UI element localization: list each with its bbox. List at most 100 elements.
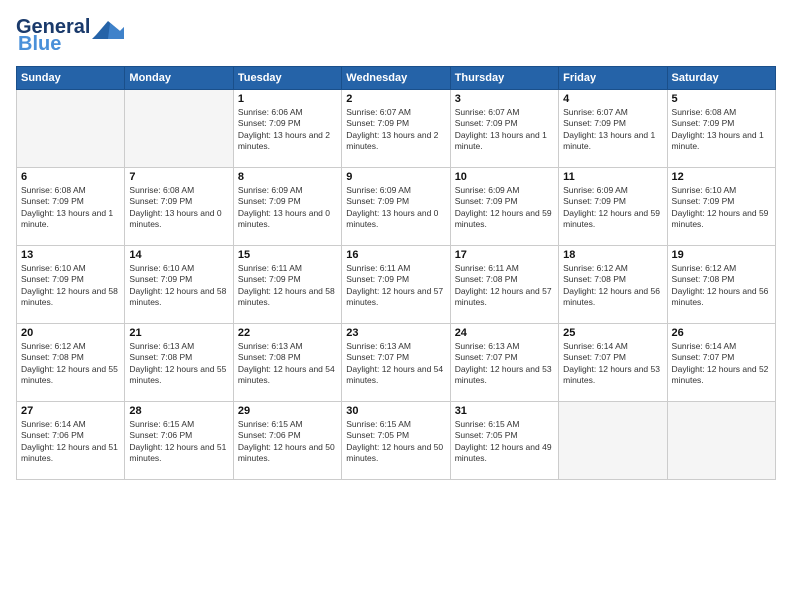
day-info: Sunrise: 6:15 AM Sunset: 7:06 PM Dayligh… xyxy=(129,419,228,465)
day-info: Sunrise: 6:12 AM Sunset: 7:08 PM Dayligh… xyxy=(21,341,120,387)
calendar-cell: 30Sunrise: 6:15 AM Sunset: 7:05 PM Dayli… xyxy=(342,402,450,480)
day-info: Sunrise: 6:12 AM Sunset: 7:08 PM Dayligh… xyxy=(563,263,662,309)
day-info: Sunrise: 6:08 AM Sunset: 7:09 PM Dayligh… xyxy=(672,107,771,153)
calendar-cell: 22 Sunrise: 6:13 AM Sunset: 7:08 PM Dayli… xyxy=(233,324,341,402)
calendar-cell: 21 Sunrise: 6:13 AM Sunset: 7:08 PM Dayli… xyxy=(125,324,233,402)
calendar-cell xyxy=(125,90,233,168)
day-info: Sunrise: 6:11 AM Sunset: 7:09 PM Dayligh… xyxy=(238,263,337,309)
day-number: 9 xyxy=(346,171,445,183)
calendar-cell: 18 Sunrise: 6:12 AM Sunset: 7:08 PM Dayli… xyxy=(559,246,667,324)
day-number: 24 xyxy=(455,327,554,339)
day-number: 2 xyxy=(346,93,445,105)
calendar-header-saturday: Saturday xyxy=(667,67,775,90)
calendar-header-thursday: Thursday xyxy=(450,67,558,90)
day-number: 23 xyxy=(346,327,445,339)
day-number: 12 xyxy=(672,171,771,183)
day-info: Sunrise: 6:15 AM Sunset: 7:05 PM Dayligh… xyxy=(455,419,554,465)
day-info: Sunrise: 6:07 AM Sunset: 7:09 PM Dayligh… xyxy=(563,107,662,153)
day-number: 26 xyxy=(672,327,771,339)
logo: General Blue xyxy=(16,16,124,56)
day-number: 15 xyxy=(238,249,337,261)
day-number: 19 xyxy=(672,249,771,261)
day-number: 8 xyxy=(238,171,337,183)
day-number: 16 xyxy=(346,249,445,261)
calendar-header-tuesday: Tuesday xyxy=(233,67,341,90)
day-number: 4 xyxy=(563,93,662,105)
calendar-cell: 27 Sunrise: 6:14 AM Sunset: 7:06 PM Dayli… xyxy=(17,402,125,480)
calendar-cell: 24 Sunrise: 6:13 AM Sunset: 7:07 PM Dayli… xyxy=(450,324,558,402)
day-info: Sunrise: 6:13 AM Sunset: 7:08 PM Dayligh… xyxy=(238,341,337,387)
calendar-cell: 23 Sunrise: 6:13 AM Sunset: 7:07 PM Dayli… xyxy=(342,324,450,402)
calendar-cell: 17 Sunrise: 6:11 AM Sunset: 7:08 PM Dayli… xyxy=(450,246,558,324)
calendar-cell xyxy=(667,402,775,480)
day-number: 20 xyxy=(21,327,120,339)
calendar-cell: 25 Sunrise: 6:14 AM Sunset: 7:07 PM Dayli… xyxy=(559,324,667,402)
calendar-cell: 3 Sunrise: 6:07 AM Sunset: 7:09 PM Daylig… xyxy=(450,90,558,168)
calendar-header-row: SundayMondayTuesdayWednesdayThursdayFrid… xyxy=(17,67,776,90)
day-info: Sunrise: 6:15 AM Sunset: 7:06 PM Dayligh… xyxy=(238,419,337,465)
day-number: 6 xyxy=(21,171,120,183)
day-number: 13 xyxy=(21,249,120,261)
day-info: Sunrise: 6:11 AM Sunset: 7:08 PM Dayligh… xyxy=(455,263,554,309)
day-number: 11 xyxy=(563,171,662,183)
day-info: Sunrise: 6:15 AM Sunset: 7:05 PM Dayligh… xyxy=(346,419,445,465)
day-number: 14 xyxy=(129,249,228,261)
calendar-header-monday: Monday xyxy=(125,67,233,90)
calendar-cell: 1Sunrise: 6:06 AM Sunset: 7:09 PM Daylig… xyxy=(233,90,341,168)
calendar-cell: 11Sunrise: 6:09 AM Sunset: 7:09 PM Dayli… xyxy=(559,168,667,246)
week-row-1: 1Sunrise: 6:06 AM Sunset: 7:09 PM Daylig… xyxy=(17,90,776,168)
calendar-cell: 31 Sunrise: 6:15 AM Sunset: 7:05 PM Dayli… xyxy=(450,402,558,480)
day-number: 25 xyxy=(563,327,662,339)
calendar-cell: 8 Sunrise: 6:09 AM Sunset: 7:09 PM Daylig… xyxy=(233,168,341,246)
calendar-cell: 20 Sunrise: 6:12 AM Sunset: 7:08 PM Dayli… xyxy=(17,324,125,402)
day-info: Sunrise: 6:07 AM Sunset: 7:09 PM Dayligh… xyxy=(455,107,554,153)
day-info: Sunrise: 6:09 AM Sunset: 7:09 PM Dayligh… xyxy=(455,185,554,231)
day-number: 21 xyxy=(129,327,228,339)
day-info: Sunrise: 6:13 AM Sunset: 7:08 PM Dayligh… xyxy=(129,341,228,387)
calendar-cell: 9Sunrise: 6:09 AM Sunset: 7:09 PM Daylig… xyxy=(342,168,450,246)
day-info: Sunrise: 6:09 AM Sunset: 7:09 PM Dayligh… xyxy=(238,185,337,231)
day-info: Sunrise: 6:06 AM Sunset: 7:09 PM Dayligh… xyxy=(238,107,337,153)
day-number: 5 xyxy=(672,93,771,105)
calendar-header-sunday: Sunday xyxy=(17,67,125,90)
day-info: Sunrise: 6:13 AM Sunset: 7:07 PM Dayligh… xyxy=(346,341,445,387)
week-row-2: 6 Sunrise: 6:08 AM Sunset: 7:09 PM Daylig… xyxy=(17,168,776,246)
calendar-cell: 10Sunrise: 6:09 AM Sunset: 7:09 PM Dayli… xyxy=(450,168,558,246)
calendar-cell: 29Sunrise: 6:15 AM Sunset: 7:06 PM Dayli… xyxy=(233,402,341,480)
day-info: Sunrise: 6:12 AM Sunset: 7:08 PM Dayligh… xyxy=(672,263,771,309)
day-info: Sunrise: 6:14 AM Sunset: 7:07 PM Dayligh… xyxy=(672,341,771,387)
calendar-cell xyxy=(559,402,667,480)
calendar-cell: 12 Sunrise: 6:10 AM Sunset: 7:09 PM Dayli… xyxy=(667,168,775,246)
day-number: 17 xyxy=(455,249,554,261)
logo-blue: Blue xyxy=(16,33,61,56)
day-info: Sunrise: 6:10 AM Sunset: 7:09 PM Dayligh… xyxy=(129,263,228,309)
calendar-cell: 4 Sunrise: 6:07 AM Sunset: 7:09 PM Daylig… xyxy=(559,90,667,168)
week-row-3: 13 Sunrise: 6:10 AM Sunset: 7:09 PM Dayli… xyxy=(17,246,776,324)
week-row-5: 27 Sunrise: 6:14 AM Sunset: 7:06 PM Dayli… xyxy=(17,402,776,480)
day-info: Sunrise: 6:07 AM Sunset: 7:09 PM Dayligh… xyxy=(346,107,445,153)
day-number: 18 xyxy=(563,249,662,261)
calendar-cell: 2 Sunrise: 6:07 AM Sunset: 7:09 PM Daylig… xyxy=(342,90,450,168)
calendar-cell: 28Sunrise: 6:15 AM Sunset: 7:06 PM Dayli… xyxy=(125,402,233,480)
calendar-cell: 6 Sunrise: 6:08 AM Sunset: 7:09 PM Daylig… xyxy=(17,168,125,246)
day-info: Sunrise: 6:14 AM Sunset: 7:06 PM Dayligh… xyxy=(21,419,120,465)
calendar-header-friday: Friday xyxy=(559,67,667,90)
week-row-4: 20 Sunrise: 6:12 AM Sunset: 7:08 PM Dayli… xyxy=(17,324,776,402)
logo-icon xyxy=(92,17,124,39)
calendar-cell: 16 Sunrise: 6:11 AM Sunset: 7:09 PM Dayli… xyxy=(342,246,450,324)
day-info: Sunrise: 6:08 AM Sunset: 7:09 PM Dayligh… xyxy=(21,185,120,231)
calendar-cell: 5 Sunrise: 6:08 AM Sunset: 7:09 PM Daylig… xyxy=(667,90,775,168)
day-info: Sunrise: 6:10 AM Sunset: 7:09 PM Dayligh… xyxy=(672,185,771,231)
calendar-cell xyxy=(17,90,125,168)
day-info: Sunrise: 6:13 AM Sunset: 7:07 PM Dayligh… xyxy=(455,341,554,387)
calendar-cell: 15 Sunrise: 6:11 AM Sunset: 7:09 PM Dayli… xyxy=(233,246,341,324)
day-info: Sunrise: 6:08 AM Sunset: 7:09 PM Dayligh… xyxy=(129,185,228,231)
day-info: Sunrise: 6:11 AM Sunset: 7:09 PM Dayligh… xyxy=(346,263,445,309)
day-number: 31 xyxy=(455,405,554,417)
day-number: 27 xyxy=(21,405,120,417)
day-info: Sunrise: 6:14 AM Sunset: 7:07 PM Dayligh… xyxy=(563,341,662,387)
calendar-cell: 14 Sunrise: 6:10 AM Sunset: 7:09 PM Dayli… xyxy=(125,246,233,324)
day-number: 3 xyxy=(455,93,554,105)
day-number: 22 xyxy=(238,327,337,339)
calendar-cell: 26 Sunrise: 6:14 AM Sunset: 7:07 PM Dayli… xyxy=(667,324,775,402)
